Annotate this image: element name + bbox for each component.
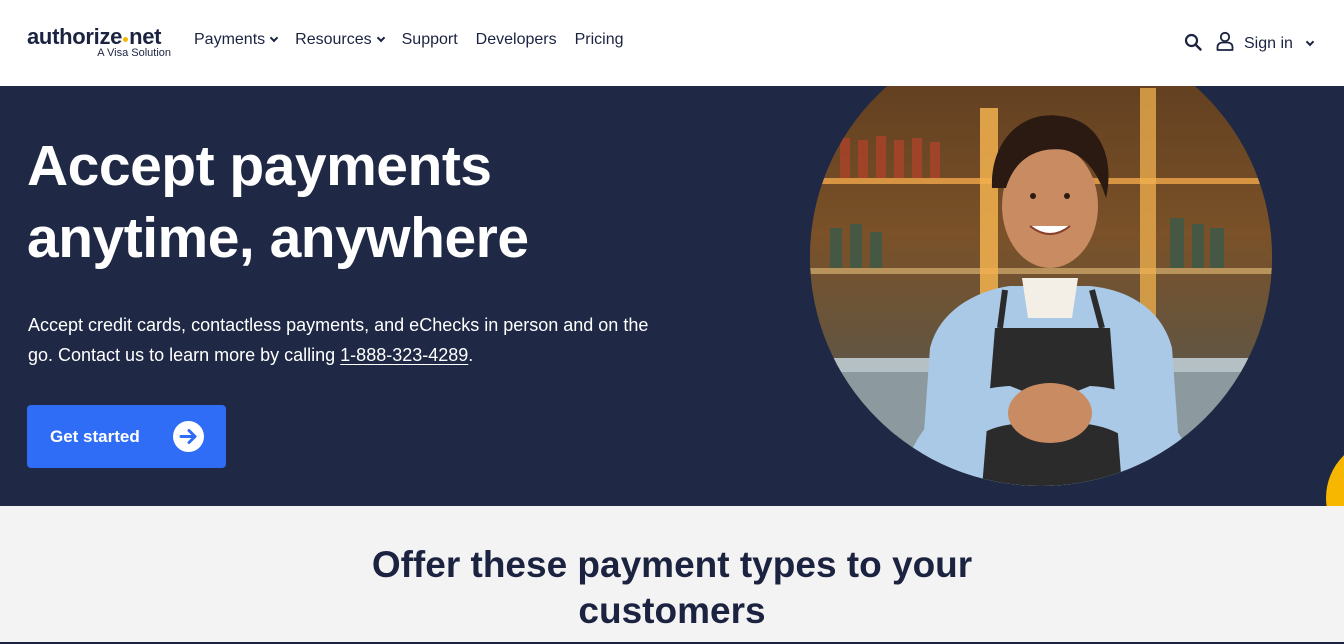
search-icon[interactable] (1184, 33, 1202, 51)
nav-payments-label: Payments (194, 31, 266, 48)
nav-resources-label: Resources (295, 31, 372, 48)
nav-developers-label: Developers (475, 31, 557, 48)
section-title-line1: Offer these payment types to your (371, 544, 973, 585)
arrow-right-circle-icon (173, 421, 204, 452)
get-started-button[interactable]: Get started (27, 405, 226, 468)
nav-payments[interactable]: Payments (194, 31, 279, 49)
user-icon (1216, 31, 1234, 56)
get-started-label: Get started (50, 426, 140, 446)
payment-types-section: Offer these payment types to your custom… (0, 506, 1344, 644)
hero-description: Accept credit cards, contactless payment… (28, 315, 649, 365)
section-title: Offer these payment types to your custom… (340, 542, 1004, 634)
phone-link[interactable]: 1-888-323-4289 (340, 345, 468, 365)
section-title-line2: customers (578, 590, 766, 631)
logo-subtitle: A Visa Solution (97, 47, 171, 59)
hero-photo-bartender (810, 86, 1272, 486)
hero-title-line2: anytime, anywhere (27, 206, 529, 270)
nav-pricing[interactable]: Pricing (575, 31, 624, 49)
main-nav: Payments Resources Support Developers Pr… (194, 31, 642, 49)
nav-support[interactable]: Support (402, 31, 458, 49)
nav-resources[interactable]: Resources (295, 31, 385, 49)
chevron-down-icon (376, 33, 385, 43)
decorative-yellow-circle (1326, 438, 1344, 506)
nav-pricing-label: Pricing (574, 31, 624, 48)
sign-in-menu[interactable]: Sign in (1216, 31, 1315, 56)
hero-section: Accept payments anytime, anywhere Accept… (0, 86, 1344, 506)
chevron-down-icon (269, 33, 279, 43)
hero-title: Accept payments anytime, anywhere (27, 130, 667, 274)
chevron-down-icon (1305, 37, 1315, 46)
nav-support-label: Support (401, 31, 458, 48)
authorize-net-logo[interactable]: authorize net A Visa Solution (27, 24, 175, 64)
site-header: authorize net A Visa Solution Payments Re… (0, 0, 1344, 86)
logo-dot (123, 37, 129, 42)
nav-developers[interactable]: Developers (476, 31, 557, 49)
sign-in-label: Sign in (1244, 34, 1293, 52)
hero-title-line1: Accept payments (27, 134, 492, 198)
